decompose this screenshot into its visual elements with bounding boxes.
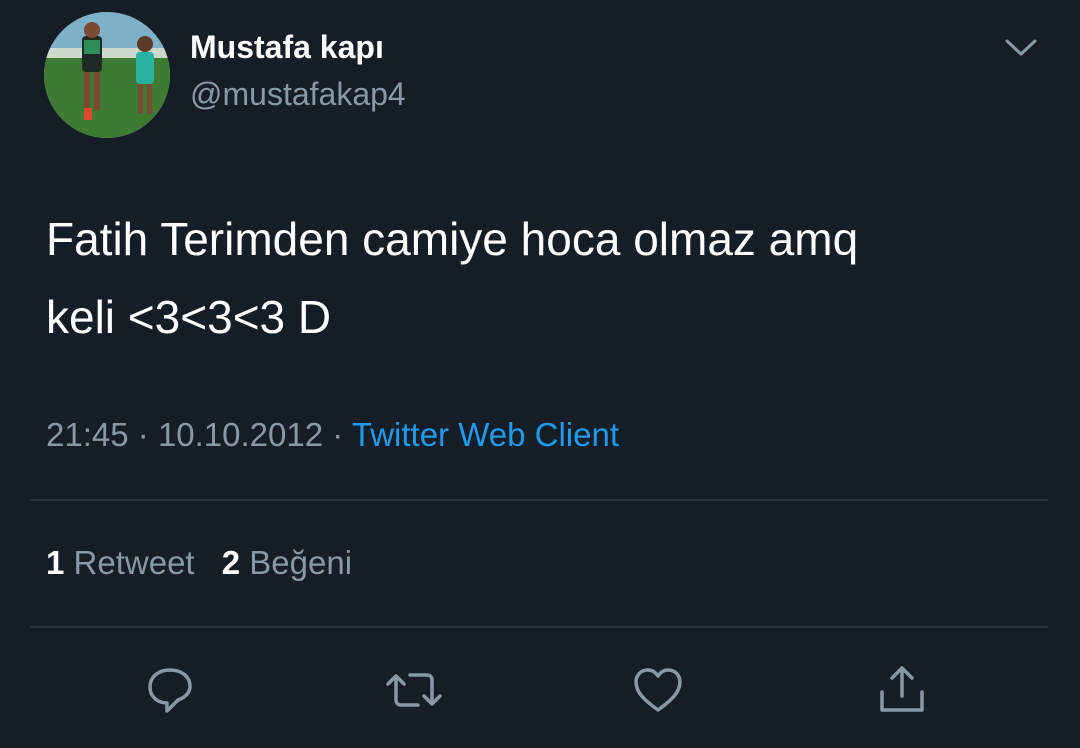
meta-separator: · [137,416,149,453]
avatar[interactable] [44,12,170,138]
tweet-text: Fatih Terimden camiye hoca olmaz amq kel… [46,213,859,343]
tweet-date: 10.10.2012 [157,416,324,453]
author-display-name[interactable]: Mustafa kapı [190,27,384,67]
like-label: Beğeni [249,544,353,581]
share-button[interactable] [872,662,932,722]
retweet-icon [384,662,444,723]
retweet-stat[interactable]: 1 Retweet [46,542,195,584]
like-button[interactable] [628,662,688,722]
divider [30,499,1048,501]
like-count: 2 [221,544,241,581]
heart-icon [630,662,686,723]
tweet-menu-button[interactable] [1000,34,1042,66]
tweet-stats: 1 Retweet 2 Beğeni [46,542,370,584]
tweet-time: 21:45 [46,416,129,453]
author-handle[interactable]: @mustafakap4 [190,74,406,114]
tweet-source-link[interactable]: Twitter Web Client [352,416,619,453]
divider [30,626,1048,628]
retweet-count: 1 [46,544,65,581]
meta-separator: · [332,416,344,453]
tweet-meta: 21:45 · 10.10.2012 · Twitter Web Client [46,414,619,456]
retweet-button[interactable] [384,662,444,722]
chevron-down-icon [1004,38,1038,63]
retweet-label: Retweet [73,544,195,581]
like-stat[interactable]: 2 Beğeni [222,542,352,584]
reply-icon [142,662,198,723]
share-icon [874,662,930,723]
reply-button[interactable] [140,662,200,722]
